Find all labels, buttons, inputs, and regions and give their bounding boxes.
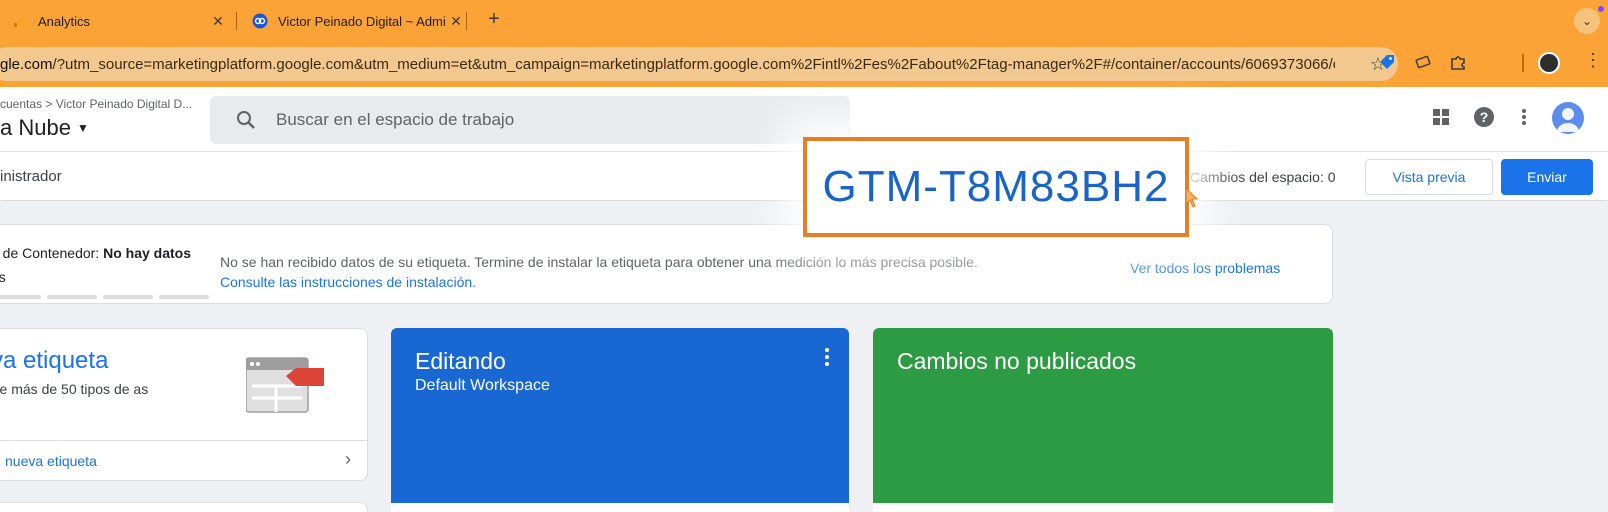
tab-search-button[interactable]: ⌄: [1574, 8, 1600, 34]
url-host: gle.com: [0, 55, 53, 73]
container-selector[interactable]: a Nube ▼: [0, 115, 89, 141]
address-bar[interactable]: gle.com/?utm_source=marketingplatform.go…: [0, 47, 1398, 81]
workspace-name: Default Workspace: [415, 377, 550, 394]
tab-close-icon[interactable]: ✕: [208, 13, 228, 30]
extension-icon[interactable]: [1412, 51, 1434, 73]
tab-title: Analytics: [38, 13, 91, 29]
workspace-search[interactable]: Buscar en el espacio de trabajo: [210, 96, 850, 144]
notice-message: No se han recibido datos de su etiqueta.…: [220, 254, 978, 270]
tab-administrator[interactable]: inistrador: [0, 168, 62, 185]
preview-button[interactable]: Vista previa: [1365, 159, 1493, 195]
chevron-right-icon: ›: [345, 449, 351, 469]
quality-meter: [0, 295, 209, 299]
partial-card: [0, 502, 368, 512]
container-id[interactable]: GTM-T8M83BH2: [823, 162, 1170, 212]
browser-toolbar: gle.com/?utm_source=marketingplatform.go…: [0, 41, 1608, 87]
unpublished-title: Cambios no publicados: [897, 348, 1137, 374]
submit-button[interactable]: Enviar: [1501, 159, 1593, 195]
tab-separator: [236, 12, 237, 30]
help-icon[interactable]: ?: [1471, 104, 1497, 130]
gtm-favicon-icon: [252, 13, 268, 29]
new-tag-description: tre más de 50 tipos de as: [0, 381, 149, 397]
tab-separator: [466, 12, 467, 30]
quality-value: No hay datos: [103, 245, 191, 261]
tab-gtm-admin[interactable]: Victor Peinado Digital ~ Admi ✕: [240, 6, 470, 36]
new-tag-title: va etiqueta: [0, 347, 109, 374]
workspace-changes-count: Cambios del espacio: 0: [1190, 169, 1336, 185]
breadcrumb[interactable]: cuentas > Victor Peinado Digital D...: [0, 97, 192, 111]
mouse-cursor-icon: [1185, 187, 1199, 208]
editing-card-body: [391, 503, 849, 512]
install-instructions-link[interactable]: Consulte las instrucciones de instalació…: [220, 274, 476, 290]
caret-down-icon: ▼: [76, 121, 89, 135]
svg-text:?: ?: [1480, 109, 1489, 125]
apps-grid-icon[interactable]: [1428, 104, 1454, 130]
new-tag-footer[interactable]: nueva etiqueta ›: [0, 440, 367, 480]
tab-close-icon[interactable]: ✕: [446, 13, 466, 30]
view-all-problems-link[interactable]: Ver todos los problemas: [1130, 260, 1280, 276]
puzzle-icon[interactable]: [1447, 51, 1469, 73]
tag-assistant-icon[interactable]: [1376, 51, 1398, 73]
container-id-callout: GTM-T8M83BH2: [803, 137, 1189, 237]
url-path: /?utm_source=marketingplatform.google.co…: [52, 55, 1335, 73]
unpublished-card-body: [873, 503, 1333, 512]
chrome-menu-icon[interactable]: ⋮: [1584, 50, 1602, 71]
more-vert-icon[interactable]: [1511, 104, 1537, 130]
more-vert-icon[interactable]: [825, 348, 831, 366]
browser-profile-avatar[interactable]: [1538, 52, 1560, 74]
url-text[interactable]: gle.com/?utm_source=marketingplatform.go…: [0, 56, 1335, 73]
analytics-icon: [12, 13, 28, 29]
overview-main: d de Contenedor: No hay datos es No se h…: [0, 201, 1608, 512]
new-tab-button[interactable]: +: [483, 8, 505, 31]
notification-dot: [1598, 6, 1604, 12]
tab-title: Victor Peinado Digital ~ Admi: [278, 13, 446, 29]
unpublished-changes-card: Cambios no publicados: [873, 328, 1333, 508]
toolbar-divider: [1522, 54, 1524, 72]
add-new-tag-link[interactable]: nueva etiqueta: [5, 453, 97, 469]
tab-analytics[interactable]: Analytics ✕: [0, 6, 232, 36]
editing-title: Editando: [415, 348, 506, 374]
tag-illustration-icon: [246, 357, 324, 413]
new-tag-card: va etiqueta tre más de 50 tipos de as nu…: [0, 328, 368, 481]
search-icon: [237, 111, 255, 129]
quality-label: d de Contenedor: No hay datos: [0, 245, 191, 261]
editing-workspace-card[interactable]: Editando Default Workspace: [391, 328, 849, 508]
search-placeholder: Buscar en el espacio de trabajo: [276, 110, 515, 129]
container-name: a Nube: [0, 115, 71, 140]
quality-label-text: d de Contenedor:: [0, 245, 104, 261]
account-avatar[interactable]: [1552, 102, 1584, 134]
quality-sub: es: [0, 269, 6, 285]
